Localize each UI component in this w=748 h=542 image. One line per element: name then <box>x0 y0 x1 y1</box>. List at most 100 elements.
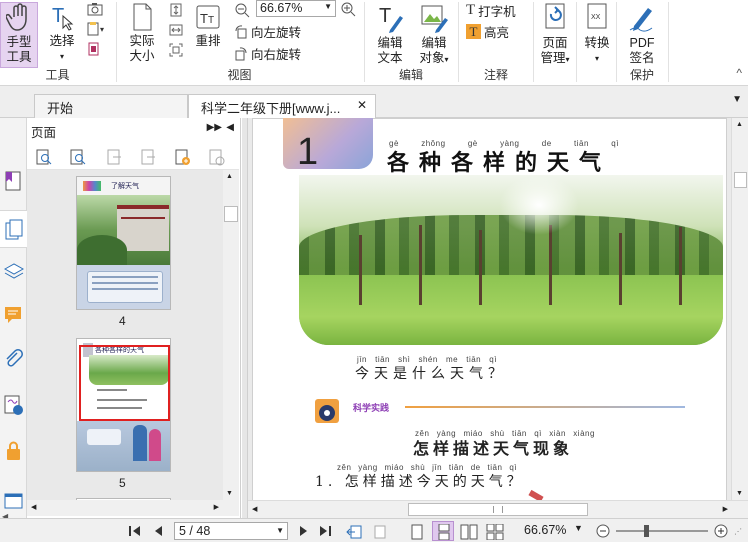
edit-text-button[interactable]: T 编辑 文本 <box>370 2 410 66</box>
document-tab-bar: 开始 科学二年级下册[www.j... ✕ ▼ <box>0 86 748 118</box>
enlarge-thumbnail-icon[interactable] <box>35 148 53 166</box>
attachment-icon[interactable] <box>3 348 24 370</box>
svg-text:T: T <box>379 5 391 27</box>
tab-document[interactable]: 科学二年级下册[www.j... ✕ <box>188 94 376 118</box>
edit-object-button[interactable]: 编辑 对象▾ <box>414 2 454 67</box>
extract-page-icon[interactable] <box>139 148 157 166</box>
bookmark-icon[interactable] <box>3 170 24 192</box>
zoom-slider-track[interactable] <box>616 525 708 537</box>
zoom-in-icon[interactable] <box>340 1 356 17</box>
scroll-right-icon[interactable]: ▶ <box>214 503 219 511</box>
pages-panel-tab[interactable] <box>0 210 27 248</box>
thumbnail-hscrollbar[interactable]: ◀ ▶ <box>27 500 239 516</box>
fit-width-icon[interactable] <box>168 22 184 38</box>
layers-icon[interactable] <box>3 260 24 282</box>
page-management-button[interactable]: 页面 管理▾ <box>536 2 574 67</box>
reflow-button[interactable]: TT 重排 <box>192 2 224 49</box>
scroll-down-icon[interactable]: ▼ <box>736 490 743 497</box>
page-number-field[interactable]: 5 / 48 ▼ <box>174 522 288 540</box>
fit-page-icon[interactable] <box>168 2 184 18</box>
divider <box>616 2 617 82</box>
page-management-label2-row: 管理▾ <box>536 51 574 67</box>
panel-expand-icon[interactable]: ▶▶ <box>207 122 222 133</box>
hand-tool-label1: 手型 <box>6 35 32 49</box>
thumbnail-page-4[interactable]: 了解天气 <box>76 176 171 310</box>
scroll-left-icon[interactable]: ◀ <box>252 505 257 513</box>
thumbnail-scrollbar[interactable]: ▲ ▼ <box>223 170 239 500</box>
next-page-icon[interactable] <box>296 524 310 538</box>
zoom-dropdown-icon[interactable]: ▼ <box>574 523 583 533</box>
document-scrollbar[interactable]: ▲ ▼ <box>731 118 748 500</box>
hand-tool-button[interactable]: 手型 工具 <box>0 2 38 68</box>
zoom-out-circle-icon[interactable] <box>596 524 610 538</box>
hand-tool-label2: 工具 <box>6 50 32 64</box>
lock-icon[interactable] <box>3 440 24 462</box>
scroll-down-icon[interactable]: ▼ <box>226 490 233 497</box>
continuous-page-icon <box>438 524 450 540</box>
collapse-ribbon-icon[interactable]: ^ <box>736 66 742 80</box>
resize-grip-icon[interactable]: ⋰ <box>734 527 742 536</box>
actual-size-button[interactable]: 实际 大小 <box>124 2 160 64</box>
tab-list-chevron-icon[interactable]: ▼ <box>732 94 742 105</box>
zoom-in-circle-icon[interactable] <box>714 524 728 538</box>
pages-panel: 页面 ▶▶ ◀ 了解天气 4 各种各样的天气 5 ▲ ▼ ◀ ▶ <box>27 118 241 518</box>
zoom-slider-thumb[interactable] <box>644 525 649 537</box>
scroll-left-icon[interactable]: ◀ <box>31 503 36 511</box>
continuous-facing-icon[interactable] <box>486 524 504 540</box>
section-badge: 科学实践 <box>353 403 390 413</box>
rotate-left-button[interactable]: 向左旋转 <box>234 22 301 41</box>
lesson-number: 1 <box>297 131 319 173</box>
convert-icon: XX <box>587 3 607 29</box>
next-view-icon[interactable] <box>372 524 390 540</box>
pages-panel-title: 页面 <box>31 126 57 140</box>
scroll-thumb[interactable] <box>734 172 747 188</box>
fit-visible-icon[interactable] <box>168 42 184 58</box>
scroll-thumb[interactable] <box>224 206 238 222</box>
previous-page-icon[interactable] <box>152 524 166 538</box>
add-page-icon[interactable] <box>173 148 191 166</box>
divider <box>116 2 117 82</box>
svg-text:T: T <box>52 5 64 27</box>
edit-text-icon: T <box>379 5 403 33</box>
pdf-sign-button[interactable]: PDF 签名 <box>622 2 662 66</box>
single-page-icon[interactable] <box>410 524 424 540</box>
camera-icon[interactable] <box>86 2 104 16</box>
pinyin: xiàng <box>573 429 595 438</box>
zoom-out-icon[interactable] <box>234 2 250 18</box>
previous-view-icon[interactable] <box>346 524 364 540</box>
close-icon[interactable]: ✕ <box>357 98 367 112</box>
last-page-icon[interactable] <box>318 524 332 538</box>
convert-button[interactable]: XX 转换 ▾ <box>580 2 614 66</box>
select-tool-button[interactable]: T 选择 ▾ <box>45 2 79 64</box>
continuous-page-button[interactable] <box>432 521 454 541</box>
annotation-group: T 打字机 T 高亮 注释 <box>460 0 532 86</box>
highlight-button[interactable]: T 高亮 <box>466 22 509 41</box>
edit-object-label2-row: 对象▾ <box>414 51 454 67</box>
tab-start[interactable]: 开始 <box>34 94 188 118</box>
scroll-up-icon[interactable]: ▲ <box>226 173 233 180</box>
insert-page-icon[interactable] <box>105 148 123 166</box>
pages-icon <box>5 219 23 240</box>
hscroll-thumb[interactable] <box>408 503 588 516</box>
panel-icon[interactable] <box>3 490 24 512</box>
zoom-combobox[interactable]: 66.67% ▼ <box>256 0 336 17</box>
viewport-selection-rect[interactable] <box>79 345 170 421</box>
comment-icon[interactable] <box>3 304 24 326</box>
signature-icon[interactable] <box>3 394 24 416</box>
rotate-right-button[interactable]: 向右旋转 <box>234 44 301 63</box>
first-page-icon[interactable] <box>128 524 142 538</box>
pen-sign-icon <box>629 8 653 32</box>
lesson-title: 各种各样的天气 <box>387 150 612 176</box>
typewriter-button[interactable]: T 打字机 <box>466 1 516 20</box>
link-icon[interactable] <box>86 42 104 56</box>
facing-page-icon[interactable] <box>460 524 478 540</box>
thumbnail-page-5[interactable]: 各种各样的天气 <box>76 338 171 472</box>
decoration-mark <box>528 489 544 500</box>
shrink-thumbnail-icon[interactable] <box>69 148 87 166</box>
delete-page-icon[interactable] <box>207 148 225 166</box>
scroll-right-icon[interactable]: ▶ <box>723 505 728 513</box>
clipboard-icon[interactable]: ▾ <box>86 22 108 36</box>
document-hscrollbar[interactable]: ◀ ▶ <box>248 500 748 518</box>
scroll-up-icon[interactable]: ▲ <box>736 121 743 128</box>
panel-collapse-icon[interactable]: ◀ <box>226 122 234 133</box>
